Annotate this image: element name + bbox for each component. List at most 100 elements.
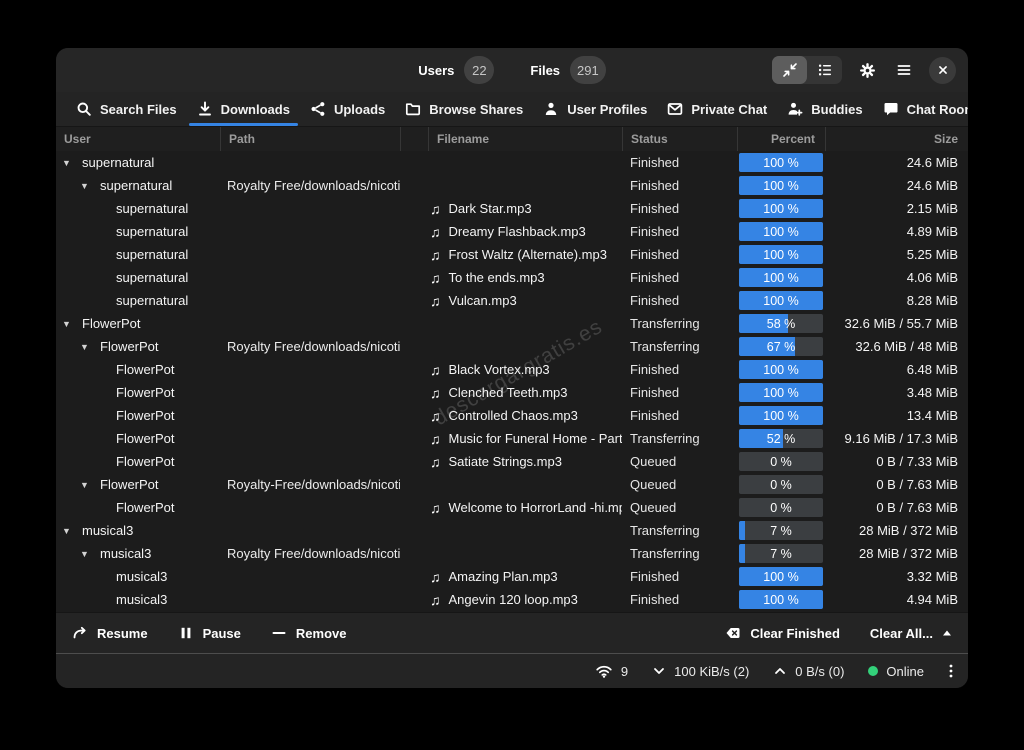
table-row[interactable]: supernatural♫Dreamy Flashback.mp3Finishe…: [56, 220, 968, 243]
expander-icon[interactable]: ▼: [62, 526, 74, 536]
column-header-path[interactable]: Path: [220, 127, 400, 151]
table-row[interactable]: FlowerPot♫Welcome to HorrorLand -hi.mp3Q…: [56, 496, 968, 519]
cell-size: 28 MiB / 372 MiB: [825, 542, 968, 565]
table-row[interactable]: ▼musical3Royalty Free/downloads/nicotinT…: [56, 542, 968, 565]
clear-finished-button[interactable]: Clear Finished: [725, 625, 840, 641]
cell-path: [220, 450, 400, 473]
table-row[interactable]: FlowerPot♫Music for Funeral Home - Part …: [56, 427, 968, 450]
tab-browse-shares[interactable]: Browse Shares: [395, 92, 533, 126]
tab-downloads[interactable]: Downloads: [187, 92, 300, 126]
cell-size: 0 B / 7.63 MiB: [825, 496, 968, 519]
cell-user: FlowerPot: [56, 358, 220, 381]
cell-path: [220, 427, 400, 450]
table-row[interactable]: ▼FlowerPotRoyalty-Free/downloads/nicotin…: [56, 473, 968, 496]
pause-icon: [178, 625, 194, 641]
size-text: 4.94 MiB: [907, 592, 958, 607]
menu-button[interactable]: [892, 58, 916, 82]
remove-button[interactable]: Remove: [271, 625, 347, 641]
cell-file-icon: [400, 174, 428, 197]
column-header-icon[interactable]: [400, 127, 428, 151]
cell-percent: 7 %: [737, 519, 825, 542]
expander-icon[interactable]: ▼: [80, 549, 92, 559]
preferences-button[interactable]: [855, 58, 879, 82]
cell-status: Finished: [622, 243, 737, 266]
cell-percent: 100 %: [737, 174, 825, 197]
download-rate-button[interactable]: 100 KiB/s (2): [652, 664, 749, 679]
table-row[interactable]: musical3♫Angevin 120 loop.mp3Finished100…: [56, 588, 968, 611]
cell-size: 24.6 MiB: [825, 151, 968, 174]
column-header-user[interactable]: User: [56, 127, 220, 151]
tab-search-files[interactable]: Search Files: [66, 92, 187, 126]
progress-bar: 100 %: [739, 245, 823, 264]
filename-text: Frost Waltz (Alternate).mp3: [449, 247, 607, 262]
progress-bar: 100 %: [739, 153, 823, 172]
status-text: Queued: [630, 500, 676, 515]
statusbar-menu-button[interactable]: [948, 663, 954, 679]
expander-icon[interactable]: ▼: [80, 342, 92, 352]
music-note-icon: ♫: [430, 454, 441, 470]
user-name: FlowerPot: [82, 316, 141, 331]
progress-label: 52 %: [739, 429, 823, 448]
table-row[interactable]: musical3♫Amazing Plan.mp3Finished100 %3.…: [56, 565, 968, 588]
tab-label: Uploads: [334, 102, 385, 117]
cell-percent: 7 %: [737, 542, 825, 565]
close-button[interactable]: [929, 57, 956, 84]
expander-icon[interactable]: ▼: [62, 319, 74, 329]
table-row[interactable]: FlowerPot♫Controlled Chaos.mp3Finished10…: [56, 404, 968, 427]
tab-uploads[interactable]: Uploads: [300, 92, 395, 126]
cell-user: ▼FlowerPot: [56, 335, 220, 358]
cell-percent: 100 %: [737, 243, 825, 266]
cell-status: Finished: [622, 565, 737, 588]
column-header-filename[interactable]: Filename: [428, 127, 622, 151]
expander-icon[interactable]: ▼: [80, 480, 92, 490]
cell-size: 9.16 MiB / 17.3 MiB: [825, 427, 968, 450]
filename-text: Vulcan.mp3: [449, 293, 517, 308]
table-row[interactable]: FlowerPot♫Clenched Teeth.mp3Finished100 …: [56, 381, 968, 404]
shrink-toggle-button[interactable]: [772, 56, 807, 84]
table-row[interactable]: supernatural♫Vulcan.mp3Finished100 %8.28…: [56, 289, 968, 312]
clear-all-button[interactable]: Clear All...: [870, 626, 952, 641]
cell-size: 2.15 MiB: [825, 197, 968, 220]
tab-private-chat[interactable]: Private Chat: [657, 92, 777, 126]
size-text: 4.89 MiB: [907, 224, 958, 239]
table-row[interactable]: ▼FlowerPotTransferring58 %32.6 MiB / 55.…: [56, 312, 968, 335]
user-name: musical3: [116, 592, 167, 607]
expander-icon[interactable]: ▼: [62, 158, 74, 168]
tab-chat-rooms[interactable]: Chat Rooms: [873, 92, 968, 126]
table-row[interactable]: FlowerPot♫Black Vortex.mp3Finished100 %6…: [56, 358, 968, 381]
music-note-icon: ♫: [430, 431, 441, 447]
column-header-percent[interactable]: Percent: [737, 127, 825, 151]
table-row[interactable]: ▼FlowerPotRoyalty Free/downloads/nicotin…: [56, 335, 968, 358]
table-row[interactable]: supernatural♫To the ends.mp3Finished100 …: [56, 266, 968, 289]
column-header-status[interactable]: Status: [622, 127, 737, 151]
table-row[interactable]: supernatural♫Dark Star.mp3Finished100 %2…: [56, 197, 968, 220]
list-view-toggle-button[interactable]: [807, 56, 842, 84]
tab-buddies[interactable]: Buddies: [777, 92, 872, 126]
resume-button[interactable]: Resume: [72, 625, 148, 641]
tab-user-profiles[interactable]: User Profiles: [533, 92, 657, 126]
cell-file-icon: [400, 450, 428, 473]
table-row[interactable]: ▼supernaturalFinished100 %24.6 MiB: [56, 151, 968, 174]
cell-file-icon: [400, 151, 428, 174]
table-row[interactable]: FlowerPot♫Satiate Strings.mp3Queued0 %0 …: [56, 450, 968, 473]
table-row[interactable]: ▼supernaturalRoyalty Free/downloads/nico…: [56, 174, 968, 197]
upload-rate-button[interactable]: 0 B/s (0): [773, 664, 844, 679]
connection-status-button[interactable]: Online: [868, 664, 924, 679]
cell-filename: [428, 542, 622, 565]
pause-button[interactable]: Pause: [178, 625, 241, 641]
expander-icon[interactable]: ▼: [80, 181, 92, 191]
status-text: Finished: [630, 270, 679, 285]
table-row[interactable]: supernatural♫Frost Waltz (Alternate).mp3…: [56, 243, 968, 266]
cell-status: Transferring: [622, 519, 737, 542]
progress-bar: 100 %: [739, 590, 823, 609]
files-count-badge: 291: [570, 56, 606, 84]
column-header-size[interactable]: Size: [825, 127, 968, 151]
cell-filename: ♫Angevin 120 loop.mp3: [428, 588, 622, 611]
cell-filename: [428, 473, 622, 496]
progress-bar: 7 %: [739, 521, 823, 540]
table-row[interactable]: ▼musical3Transferring7 %28 MiB / 372 MiB: [56, 519, 968, 542]
connections-count: 9: [621, 664, 628, 679]
size-text: 0 B / 7.63 MiB: [876, 477, 958, 492]
users-label: Users: [418, 63, 454, 78]
cell-file-icon: [400, 335, 428, 358]
